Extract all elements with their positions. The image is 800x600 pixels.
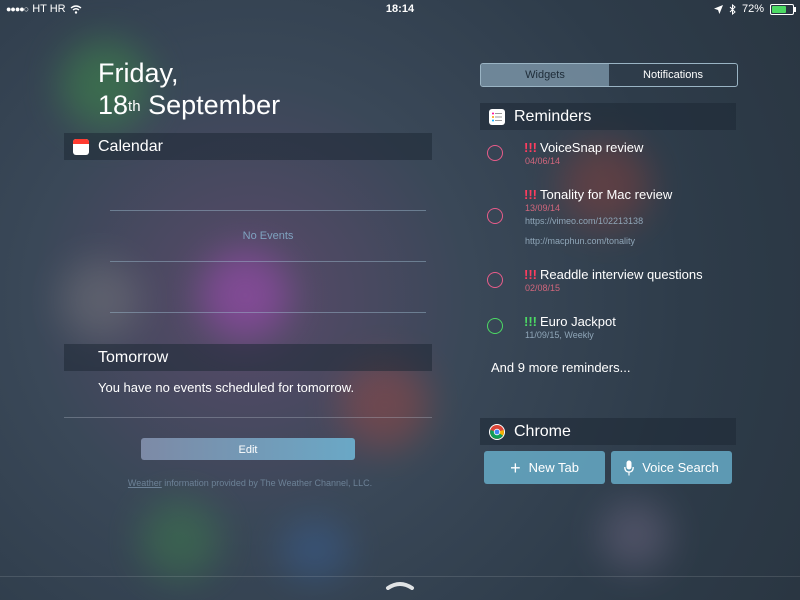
new-tab-button[interactable]: + New Tab [484,451,605,484]
chrome-title: Chrome [514,422,571,440]
day-ordinal: th [128,98,141,115]
reminder-checkbox[interactable] [487,272,503,288]
weather-credit: Weather information provided by The Weat… [100,478,400,488]
location-icon [713,4,723,14]
reminder-date: 04/06/14 [525,156,561,166]
tomorrow-summary: You have no events scheduled for tomorro… [98,380,355,395]
battery-icon [770,3,796,15]
weather-credit-text: information provided by The Weather Chan… [161,478,373,488]
priority-marker: !!! [524,187,537,202]
reminder-title-text: VoiceSnap review [540,140,644,155]
weather-link[interactable]: Weather [128,478,162,488]
bluetooth-icon [729,3,736,15]
grabber-handle-icon[interactable] [385,580,415,590]
priority-marker: !!! [524,314,537,329]
reminder-date: 02/08/15 [525,283,561,293]
bottom-divider [0,576,800,577]
tomorrow-title: Tomorrow [98,348,169,366]
reminder-link[interactable]: https://vimeo.com/102213138 [525,216,643,226]
status-bar: ●●●●○ HT HR 18:14 72% [0,0,800,18]
priority-marker: !!! [524,267,537,282]
new-tab-label: New Tab [528,460,579,475]
voice-search-label: Voice Search [642,460,719,475]
reminder-checkbox[interactable] [487,318,503,334]
day-number: 18 [98,90,129,120]
plus-icon: + [510,457,521,478]
voice-search-button[interactable]: Voice Search [611,451,732,484]
reminder-title: !!! Tonality for Mac review [524,187,672,202]
today-date: Friday, 18th September [98,57,280,121]
month: September [148,90,281,120]
chrome-widget-header[interactable]: Chrome [480,418,736,445]
calendar-title: Calendar [98,137,163,155]
microphone-icon [624,460,635,475]
priority-marker: !!! [524,140,537,155]
chrome-icon [489,423,505,440]
reminder-date: 11/09/15, Weekly [525,330,594,340]
tab-widgets[interactable]: Widgets [481,64,609,86]
tomorrow-divider [64,417,432,418]
weekday: Friday, [98,58,179,88]
reminder-checkbox[interactable] [487,145,503,161]
tab-notifications[interactable]: Notifications [609,64,737,86]
reminder-checkbox[interactable] [487,208,503,224]
calendar-widget-header[interactable]: Calendar [64,133,432,160]
view-segmented-control: Widgets Notifications [480,63,738,87]
reminder-title: !!! Readdle interview questions [524,267,703,282]
reminders-icon [489,108,505,125]
reminder-title-text: Tonality for Mac review [540,187,673,202]
clock: 18:14 [385,3,415,15]
reminder-title: !!! Euro Jackpot [524,314,616,329]
edit-button[interactable]: Edit [141,438,355,460]
tomorrow-header: Tomorrow [64,344,432,371]
no-events-label: No Events [242,230,294,242]
reminders-widget-header[interactable]: Reminders [480,103,736,130]
reminder-link[interactable]: http://macphun.com/tonality [525,236,635,246]
reminder-title: !!! VoiceSnap review [524,140,643,155]
reminder-title-text: Readdle interview questions [540,267,703,282]
calendar-divider [110,210,426,211]
more-reminders-link[interactable]: And 9 more reminders... [491,360,630,375]
calendar-divider [110,312,426,313]
calendar-divider [110,261,426,262]
calendar-icon [73,138,89,155]
reminder-date: 13/09/14 [525,203,561,213]
reminders-title: Reminders [514,107,592,125]
battery-percent: 72% [741,3,764,15]
reminder-title-text: Euro Jackpot [540,314,616,329]
